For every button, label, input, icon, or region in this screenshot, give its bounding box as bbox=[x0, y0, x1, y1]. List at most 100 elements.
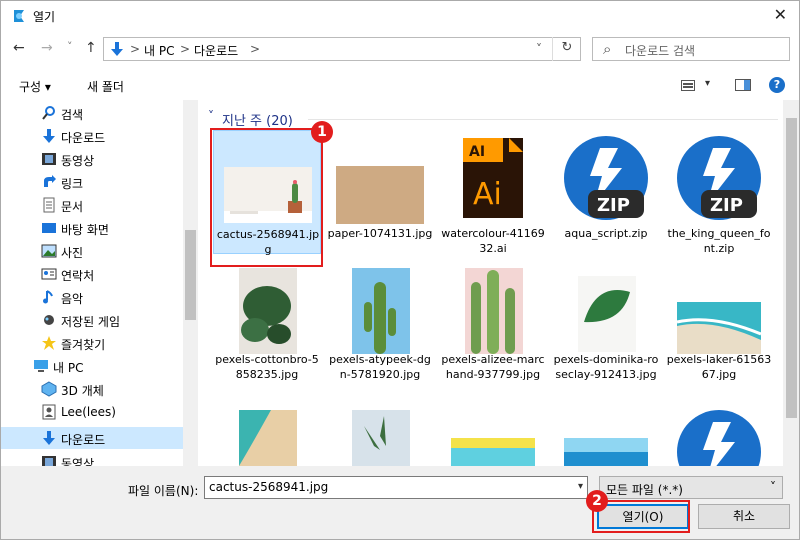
navigation-pane: 검색 다운로드 동영상 링크 문서 바탕 화면 사진 연락처 음악 저장된 게임… bbox=[0, 100, 198, 466]
thumbnail-paper bbox=[336, 166, 424, 224]
sidebar-item-contacts[interactable]: 연락처 bbox=[1, 263, 184, 285]
file-tile-partial[interactable] bbox=[326, 404, 434, 466]
address-bar[interactable]: > 내 PC > 다운로드 > ˅ bbox=[103, 37, 581, 61]
up-button[interactable]: ↑ bbox=[85, 40, 97, 56]
file-tile-aqua-script-zip[interactable]: ZIP aqua_script.zip bbox=[552, 130, 660, 254]
sidebar-item-label: 즐겨찾기 bbox=[61, 338, 106, 352]
view-options-icon[interactable] bbox=[681, 80, 695, 91]
file-name: the_king_queen_font.zip bbox=[667, 227, 771, 255]
file-tile-pexels-cottonbro[interactable]: pexels-cottonbro-5858235.jpg bbox=[213, 260, 321, 384]
thumbnail-cactus-pink bbox=[465, 268, 523, 354]
file-type-filter[interactable]: 모든 파일 (*.*) ˅ bbox=[599, 476, 783, 499]
thumbnail-gradient bbox=[451, 438, 535, 466]
help-icon[interactable]: ? bbox=[769, 77, 785, 93]
sidebar-item-this-pc[interactable]: 내 PC bbox=[1, 355, 184, 377]
file-tile-pexels-dominika[interactable]: pexels-dominika-roseclay-912413.jpg bbox=[552, 260, 660, 384]
breadcrumb-downloads[interactable]: 다운로드 bbox=[194, 42, 238, 59]
search-input[interactable]: ⌕ 다운로드 검색 bbox=[592, 37, 790, 61]
thumbnail-leaf bbox=[578, 276, 636, 352]
chevron-down-icon: ˅ bbox=[770, 480, 776, 494]
file-tile-pexels-alizee[interactable]: pexels-alizee-marchand-937799.jpg bbox=[439, 260, 547, 384]
sidebar-item-label: 다운로드 bbox=[61, 131, 106, 145]
zip-label: ZIP bbox=[597, 195, 630, 216]
svg-text:AI: AI bbox=[469, 144, 485, 160]
sidebar-item-favorites[interactable]: 즐겨찾기 bbox=[1, 332, 184, 354]
preview-pane-icon[interactable] bbox=[735, 79, 751, 91]
user-icon bbox=[42, 404, 56, 420]
group-collapse-icon[interactable]: ˅ bbox=[208, 109, 214, 123]
sidebar-item-label: Lee(lees) bbox=[61, 405, 116, 419]
address-dropdown-icon[interactable]: ˅ bbox=[536, 42, 542, 56]
window-title: 열기 bbox=[33, 10, 56, 24]
group-header[interactable]: 지난 주 (20) bbox=[222, 110, 293, 129]
picture-icon bbox=[41, 244, 57, 258]
file-name: pexels-alizee-marchand-937799.jpg bbox=[441, 353, 545, 381]
file-tile-partial[interactable] bbox=[439, 404, 547, 466]
close-icon[interactable]: ✕ bbox=[774, 5, 787, 24]
highlight-selected-file bbox=[210, 128, 323, 267]
view-dropdown-icon[interactable]: ▾ bbox=[705, 78, 710, 89]
cancel-button[interactable]: 취소 bbox=[698, 504, 790, 529]
sidebar-item-search[interactable]: 검색 bbox=[1, 102, 184, 124]
sidebar-item-desktop[interactable]: 바탕 화면 bbox=[1, 217, 184, 239]
breadcrumb-pc[interactable]: 내 PC bbox=[144, 42, 174, 59]
sidebar-item-label: 바탕 화면 bbox=[61, 223, 109, 237]
thumbnail-cactus-sky bbox=[352, 268, 410, 354]
sidebar-item-label: 연락처 bbox=[61, 269, 95, 283]
sidebar-item-music[interactable]: 음악 bbox=[1, 286, 184, 308]
thumbnail-sea bbox=[564, 438, 648, 466]
download-icon bbox=[43, 129, 55, 143]
sidebar-item-saved-games[interactable]: 저장된 게임 bbox=[1, 309, 184, 331]
music-icon bbox=[43, 290, 53, 304]
filename-field[interactable]: ▾ bbox=[204, 476, 588, 499]
sidebar-item-links[interactable]: 링크 bbox=[1, 171, 184, 193]
breadcrumb-sep: > bbox=[180, 42, 191, 56]
breadcrumb-sep: > bbox=[130, 42, 141, 56]
file-tile-watercolour-ai[interactable]: AI Ai watercolour-4116932.ai bbox=[439, 130, 547, 255]
sidebar-item-label: 문서 bbox=[61, 200, 84, 214]
file-name: aqua_script.zip bbox=[564, 227, 648, 240]
sidebar-item-label: 저장된 게임 bbox=[61, 315, 121, 329]
file-tile-pexels-laker[interactable]: pexels-laker-6156367.jpg bbox=[665, 260, 773, 384]
video-icon bbox=[42, 153, 56, 165]
sidebar-item-videos[interactable]: 동영상 bbox=[1, 148, 184, 170]
3d-icon bbox=[41, 381, 57, 397]
sidebar-item-downloads-selected[interactable]: 다운로드 bbox=[1, 427, 184, 449]
new-folder-button[interactable]: 새 폴더 bbox=[87, 78, 124, 95]
file-name: paper-1074131.jpg bbox=[327, 227, 433, 240]
file-type-value: 모든 파일 (*.*) bbox=[606, 483, 683, 497]
file-tile-partial[interactable] bbox=[213, 404, 321, 466]
file-tile-paper[interactable]: paper-1074131.jpg bbox=[326, 130, 434, 254]
sidebar-item-label: 내 PC bbox=[53, 361, 84, 375]
sidebar-item-3d-objects[interactable]: 3D 개체 bbox=[1, 378, 184, 400]
document-icon bbox=[43, 197, 55, 213]
file-tile-partial[interactable] bbox=[552, 404, 660, 466]
file-tile-king-queen-zip[interactable]: ZIP the_king_queen_font.zip bbox=[665, 130, 773, 255]
zip-file-icon: ZIP bbox=[564, 136, 648, 220]
thumbnail-plant bbox=[352, 410, 410, 466]
filename-dropdown-icon[interactable]: ▾ bbox=[578, 481, 583, 492]
group-divider bbox=[308, 119, 778, 120]
refresh-button[interactable]: ↻ bbox=[552, 37, 581, 61]
breadcrumb-sep: > bbox=[250, 42, 261, 56]
recent-dropdown-icon[interactable]: ˅ bbox=[67, 40, 73, 53]
sidebar-scrollbar-thumb[interactable] bbox=[185, 230, 196, 320]
app-icon bbox=[14, 10, 24, 22]
sidebar-item-documents[interactable]: 문서 bbox=[1, 194, 184, 216]
thumbnail-coast bbox=[239, 410, 297, 466]
sidebar-item-user[interactable]: Lee(lees) bbox=[1, 401, 184, 423]
file-tile-partial[interactable] bbox=[665, 404, 773, 466]
file-list-scrollbar-thumb[interactable] bbox=[786, 118, 797, 418]
file-tile-pexels-atypeek[interactable]: pexels-atypeek-dgn-5781920.jpg bbox=[326, 260, 434, 384]
sidebar-item-pictures[interactable]: 사진 bbox=[1, 240, 184, 262]
filename-input[interactable] bbox=[205, 477, 565, 497]
video-icon bbox=[42, 456, 56, 466]
sidebar-item-downloads[interactable]: 다운로드 bbox=[1, 125, 184, 147]
back-button[interactable]: ← bbox=[13, 40, 25, 56]
toolbar: 구성 ▾ 새 폴더 ▾ ? bbox=[0, 68, 800, 100]
zip-file-icon bbox=[677, 410, 761, 466]
sidebar-item-videos[interactable]: 동영상 bbox=[1, 451, 184, 466]
forward-button[interactable]: → bbox=[41, 40, 53, 56]
organize-button[interactable]: 구성 ▾ bbox=[19, 78, 51, 95]
sidebar-item-label: 3D 개체 bbox=[61, 384, 104, 398]
